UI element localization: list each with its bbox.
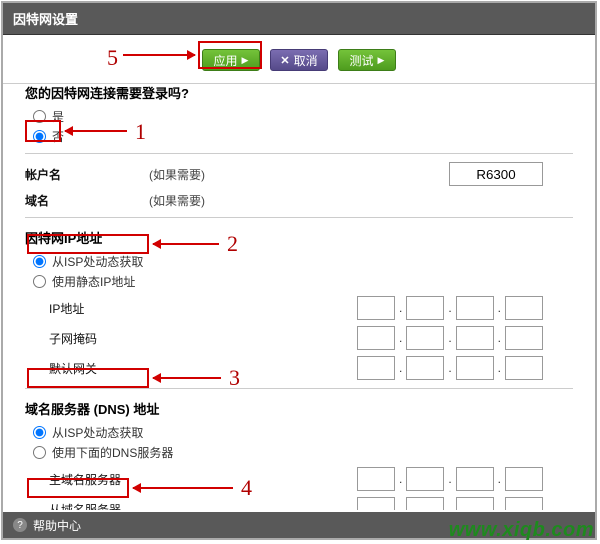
apply-button[interactable]: 应用 ▶ — [202, 49, 260, 71]
mask-oct4[interactable] — [505, 326, 543, 350]
login-yes-row[interactable]: 是 — [33, 108, 573, 125]
account-name-input[interactable] — [449, 162, 543, 186]
login-question: 您的因特网连接需要登录吗? — [25, 83, 573, 102]
gw-oct1[interactable] — [357, 356, 395, 380]
mask-row: 子网掩码 . . . — [25, 326, 573, 350]
dns-auto-radio[interactable] — [33, 426, 46, 439]
ip-oct1[interactable] — [357, 296, 395, 320]
login-no-label: 否 — [52, 128, 64, 145]
gw-oct3[interactable] — [456, 356, 494, 380]
ip-oct4[interactable] — [505, 296, 543, 320]
login-yes-radio[interactable] — [33, 110, 46, 123]
gw-oct4[interactable] — [505, 356, 543, 380]
account-name-row: 帐户名 (如果需要) — [25, 162, 573, 186]
gw-group: . . . — [357, 356, 543, 380]
dnss-oct1[interactable] — [357, 497, 395, 510]
gw-row: 默认网关 . . . — [25, 356, 573, 380]
dns-manual-radio[interactable] — [33, 446, 46, 459]
play-icon: ▶ — [378, 55, 385, 66]
mask-oct2[interactable] — [406, 326, 444, 350]
close-icon: ✕ — [280, 54, 289, 67]
dns-auto-row[interactable]: 从ISP处动态获取 — [33, 424, 573, 441]
dns-primary-row: 主域名服务器 . . . — [25, 467, 573, 491]
dnsp-oct3[interactable] — [456, 467, 494, 491]
window-title: 因特网设置 — [3, 3, 595, 35]
divider — [25, 217, 573, 218]
ip-oct3[interactable] — [456, 296, 494, 320]
domain-label: 域名 — [25, 192, 145, 209]
dnss-oct4[interactable] — [505, 497, 543, 510]
ip-address-row: IP地址 . . . — [25, 296, 573, 320]
ip-static-label: 使用静态IP地址 — [52, 273, 135, 290]
login-no-radio[interactable] — [33, 130, 46, 143]
dnsp-oct4[interactable] — [505, 467, 543, 491]
watermark: www.xiqb.com — [449, 519, 594, 542]
dns-manual-row[interactable]: 使用下面的DNS服务器 — [33, 444, 573, 461]
dnss-oct3[interactable] — [456, 497, 494, 510]
cancel-button[interactable]: ✕ 取消 — [270, 49, 328, 71]
ip-address-label: IP地址 — [25, 300, 145, 317]
divider — [25, 388, 573, 389]
login-yes-label: 是 — [52, 108, 64, 125]
ip-address-group: . . . — [357, 296, 543, 320]
cancel-label: 取消 — [294, 52, 318, 69]
ip-auto-label: 从ISP处动态获取 — [52, 253, 143, 270]
test-button[interactable]: 测试 ▶ — [338, 49, 396, 71]
account-name-label: 帐户名 — [25, 166, 145, 183]
ip-auto-row[interactable]: 从ISP处动态获取 — [33, 253, 573, 270]
account-name-hint: (如果需要) — [149, 166, 205, 183]
ip-static-radio[interactable] — [33, 275, 46, 288]
ip-auto-radio[interactable] — [33, 255, 46, 268]
dns-secondary-group: . . . — [357, 497, 543, 510]
dns-manual-label: 使用下面的DNS服务器 — [52, 444, 173, 461]
dns-auto-label: 从ISP处动态获取 — [52, 424, 143, 441]
dns-primary-group: . . . — [357, 467, 543, 491]
dnsp-oct1[interactable] — [357, 467, 395, 491]
ip-static-row[interactable]: 使用静态IP地址 — [33, 273, 573, 290]
dns-primary-label: 主域名服务器 — [25, 471, 145, 488]
content-scroll[interactable]: 您的因特网连接需要登录吗? 是 否 帐户名 (如果需要) 域名 (如果需要) — [3, 73, 595, 510]
dnsp-oct2[interactable] — [406, 467, 444, 491]
dns-secondary-row: 从域名服务器 . . . — [25, 497, 573, 510]
mask-oct1[interactable] — [357, 326, 395, 350]
gw-label: 默认网关 — [25, 360, 145, 377]
ip-heading: 因特网IP地址 — [25, 228, 573, 247]
gw-oct2[interactable] — [406, 356, 444, 380]
ip-oct2[interactable] — [406, 296, 444, 320]
help-icon: ? — [13, 518, 27, 532]
divider — [25, 153, 573, 154]
mask-oct3[interactable] — [456, 326, 494, 350]
mask-group: . . . — [357, 326, 543, 350]
play-icon: ▶ — [242, 55, 249, 66]
mask-label: 子网掩码 — [25, 330, 145, 347]
login-no-row[interactable]: 否 — [33, 128, 573, 145]
dnss-oct2[interactable] — [406, 497, 444, 510]
apply-label: 应用 — [214, 52, 238, 69]
domain-hint: (如果需要) — [149, 192, 205, 209]
test-label: 测试 — [350, 52, 374, 69]
dns-secondary-label: 从域名服务器 — [25, 501, 145, 511]
dns-heading: 域名服务器 (DNS) 地址 — [25, 399, 573, 418]
window-title-text: 因特网设置 — [13, 12, 78, 27]
help-label: 帮助中心 — [33, 517, 81, 534]
domain-row: 域名 (如果需要) — [25, 192, 573, 209]
